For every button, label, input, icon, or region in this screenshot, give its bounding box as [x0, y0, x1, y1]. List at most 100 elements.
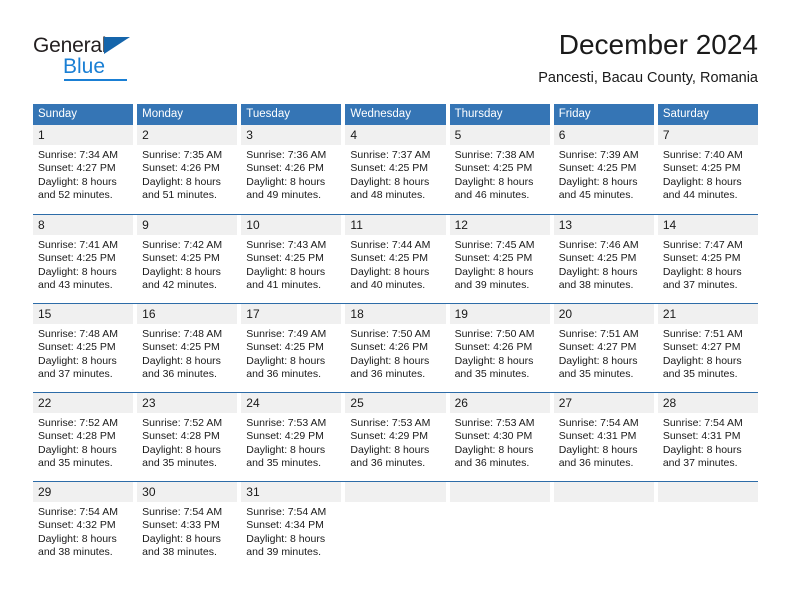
daylight-text-line2: and 37 minutes.: [38, 367, 113, 380]
calendar-day-cell[interactable]: 19 Sunrise: 7:50 AM Sunset: 4:26 PM Dayligh…: [445, 304, 550, 384]
daylight-text-line2: and 44 minutes.: [662, 188, 738, 201]
day-details: Sunrise: 7:54 AM Sunset: 4:32 PM Daylight:…: [33, 502, 133, 559]
calendar-day-cell[interactable]: 14 Sunrise: 7:47 AM Sunset: 4:25 PM Dayligh…: [653, 215, 758, 295]
day-details: Sunrise: 7:41 AM Sunset: 4:25 PM Daylight:…: [33, 235, 133, 292]
calendar-day-cell[interactable]: 7 Sunrise: 7:40 AM Sunset: 4:25 PM Daylight…: [653, 125, 758, 206]
calendar-day-cell[interactable]: 1 Sunrise: 7:34 AM Sunset: 4:27 PM Daylight…: [33, 125, 134, 206]
day-number: 16: [137, 304, 238, 324]
daylight-text-line1: Daylight: 8 hours: [38, 265, 117, 278]
day-number: [449, 482, 550, 502]
daylight-text-line1: Daylight: 8 hours: [350, 443, 430, 456]
calendar-day-cell[interactable]: 22 Sunrise: 7:52 AM Sunset: 4:28 PM Dayligh…: [33, 393, 134, 473]
day-details: Sunrise: 7:54 AM Sunset: 4:31 PM Daylight:…: [554, 413, 654, 470]
sunset-text: Sunset: 4:25 PM: [142, 252, 220, 265]
day-details: Sunrise: 7:44 AM Sunset: 4:25 PM Daylight:…: [345, 235, 445, 292]
calendar-day-cell[interactable]: 16 Sunrise: 7:48 AM Sunset: 4:25 PM Dayligh…: [133, 304, 238, 384]
daylight-text-line2: and 37 minutes.: [662, 278, 738, 291]
daylight-text-line1: Daylight: 8 hours: [142, 265, 221, 278]
sunrise-text: Sunrise: 7:50 AM: [350, 328, 431, 340]
day-details: Sunrise: 7:52 AM Sunset: 4:28 PM Daylight:…: [33, 413, 133, 470]
calendar-day-cell[interactable]: 3 Sunrise: 7:36 AM Sunset: 4:26 PM Daylight…: [237, 125, 342, 206]
sunrise-text: Sunrise: 7:39 AM: [558, 149, 639, 161]
calendar-day-cell[interactable]: 8 Sunrise: 7:41 AM Sunset: 4:25 PM Daylight…: [33, 215, 134, 295]
calendar-day-cell[interactable]: 10 Sunrise: 7:43 AM Sunset: 4:25 PM Dayligh…: [237, 215, 342, 295]
daylight-text-line2: and 36 minutes.: [454, 456, 530, 469]
daylight-text-line1: Daylight: 8 hours: [142, 443, 221, 456]
calendar-day-cell[interactable]: 26 Sunrise: 7:53 AM Sunset: 4:30 PM Dayligh…: [445, 393, 550, 473]
sunrise-text: Sunrise: 7:41 AM: [38, 239, 118, 251]
sunset-text: Sunset: 4:34 PM: [246, 519, 324, 532]
weekday-header-saturday: Saturday: [653, 104, 758, 125]
sunset-text: Sunset: 4:25 PM: [38, 341, 116, 354]
calendar-day-cell[interactable]: 30 Sunrise: 7:54 AM Sunset: 4:33 PM Dayligh…: [133, 482, 238, 562]
daylight-text-line2: and 41 minutes.: [246, 278, 321, 291]
day-number: 4: [345, 125, 446, 145]
sunset-text: Sunset: 4:27 PM: [38, 162, 116, 175]
calendar-day-cell[interactable]: 17 Sunrise: 7:49 AM Sunset: 4:25 PM Dayligh…: [237, 304, 342, 384]
calendar-day-cell[interactable]: 24 Sunrise: 7:53 AM Sunset: 4:29 PM Dayligh…: [237, 393, 342, 473]
calendar-day-cell[interactable]: 4 Sunrise: 7:37 AM Sunset: 4:25 PM Daylight…: [341, 125, 446, 206]
daylight-text-line1: Daylight: 8 hours: [662, 443, 742, 456]
day-number: 23: [137, 393, 238, 413]
calendar-day-cell[interactable]: 6 Sunrise: 7:39 AM Sunset: 4:25 PM Daylight…: [549, 125, 654, 206]
calendar-day-cell[interactable]: 25 Sunrise: 7:53 AM Sunset: 4:29 PM Dayligh…: [341, 393, 446, 473]
sunrise-text: Sunrise: 7:46 AM: [558, 239, 639, 251]
day-details: Sunrise: 7:54 AM Sunset: 4:31 PM Daylight:…: [658, 413, 758, 470]
day-details: Sunrise: 7:54 AM Sunset: 4:33 PM Daylight:…: [137, 502, 237, 559]
sunrise-text: Sunrise: 7:50 AM: [454, 328, 535, 340]
page-subtitle: Pancesti, Bacau County, Romania: [538, 70, 758, 86]
calendar-day-cell[interactable]: 5 Sunrise: 7:38 AM Sunset: 4:25 PM Daylight…: [445, 125, 550, 206]
day-details: Sunrise: 7:34 AM Sunset: 4:27 PM Daylight:…: [33, 145, 133, 202]
calendar-day-cell[interactable]: 29 Sunrise: 7:54 AM Sunset: 4:32 PM Dayligh…: [33, 482, 134, 562]
day-number: 2: [137, 125, 238, 145]
daylight-text-line2: and 35 minutes.: [246, 456, 321, 469]
sunset-text: Sunset: 4:31 PM: [558, 430, 637, 443]
sunset-text: Sunset: 4:28 PM: [38, 430, 116, 443]
sunrise-text: Sunrise: 7:47 AM: [662, 239, 743, 251]
daylight-text-line1: Daylight: 8 hours: [142, 354, 221, 367]
day-details: Sunrise: 7:48 AM Sunset: 4:25 PM Daylight:…: [33, 324, 133, 381]
day-number: [657, 482, 758, 502]
weekday-header-sunday: Sunday: [38, 108, 78, 120]
calendar-week-row: 8 Sunrise: 7:41 AM Sunset: 4:25 PM Daylight…: [33, 214, 758, 295]
calendar-day-cell[interactable]: 20 Sunrise: 7:51 AM Sunset: 4:27 PM Dayligh…: [549, 304, 654, 384]
calendar-day-cell[interactable]: 13 Sunrise: 7:46 AM Sunset: 4:25 PM Dayligh…: [549, 215, 654, 295]
day-details: Sunrise: 7:45 AM Sunset: 4:25 PM Daylight:…: [450, 235, 550, 292]
daylight-text-line2: and 48 minutes.: [350, 188, 426, 201]
day-details: Sunrise: 7:38 AM Sunset: 4:25 PM Daylight:…: [450, 145, 550, 202]
sunrise-text: Sunrise: 7:53 AM: [454, 417, 535, 429]
sunset-text: Sunset: 4:28 PM: [142, 430, 220, 443]
daylight-text-line2: and 38 minutes.: [38, 545, 113, 558]
calendar-day-cell[interactable]: 2 Sunrise: 7:35 AM Sunset: 4:26 PM Daylight…: [133, 125, 238, 206]
calendar-day-cell[interactable]: 11 Sunrise: 7:44 AM Sunset: 4:25 PM Dayligh…: [341, 215, 446, 295]
calendar-day-cell[interactable]: 31 Sunrise: 7:54 AM Sunset: 4:34 PM Dayligh…: [237, 482, 342, 562]
calendar-day-cell[interactable]: 27 Sunrise: 7:54 AM Sunset: 4:31 PM Dayligh…: [549, 393, 654, 473]
day-details: Sunrise: 7:51 AM Sunset: 4:27 PM Daylight:…: [554, 324, 654, 381]
daylight-text-line2: and 39 minutes.: [246, 545, 321, 558]
sunrise-text: Sunrise: 7:52 AM: [38, 417, 118, 429]
calendar-day-cell[interactable]: 12 Sunrise: 7:45 AM Sunset: 4:25 PM Dayligh…: [445, 215, 550, 295]
calendar-day-cell[interactable]: 28 Sunrise: 7:54 AM Sunset: 4:31 PM Dayligh…: [653, 393, 758, 473]
calendar-week-row: 15 Sunrise: 7:48 AM Sunset: 4:25 PM Dayligh…: [33, 303, 758, 384]
general-blue-logo[interactable]: General Blue: [33, 34, 163, 84]
day-number: [553, 482, 654, 502]
sunset-text: Sunset: 4:25 PM: [454, 162, 533, 175]
sunset-text: Sunset: 4:25 PM: [350, 162, 429, 175]
sunset-text: Sunset: 4:25 PM: [662, 162, 741, 175]
daylight-text-line2: and 36 minutes.: [142, 367, 217, 380]
sunset-text: Sunset: 4:25 PM: [246, 252, 324, 265]
daylight-text-line1: Daylight: 8 hours: [38, 443, 117, 456]
calendar-day-cell[interactable]: 15 Sunrise: 7:48 AM Sunset: 4:25 PM Dayligh…: [33, 304, 134, 384]
daylight-text-line2: and 36 minutes.: [246, 367, 321, 380]
calendar-day-cell[interactable]: 9 Sunrise: 7:42 AM Sunset: 4:25 PM Daylight…: [133, 215, 238, 295]
sunset-text: Sunset: 4:29 PM: [350, 430, 429, 443]
calendar-day-cell[interactable]: 21 Sunrise: 7:51 AM Sunset: 4:27 PM Dayligh…: [653, 304, 758, 384]
daylight-text-line2: and 39 minutes.: [454, 278, 530, 291]
sunset-text: Sunset: 4:26 PM: [246, 162, 324, 175]
day-number: 25: [345, 393, 446, 413]
daylight-text-line2: and 35 minutes.: [454, 367, 530, 380]
day-number: 8: [33, 215, 134, 235]
calendar-day-cell[interactable]: 23 Sunrise: 7:52 AM Sunset: 4:28 PM Dayligh…: [133, 393, 238, 473]
day-number: 13: [553, 215, 654, 235]
calendar-day-cell[interactable]: 18 Sunrise: 7:50 AM Sunset: 4:26 PM Dayligh…: [341, 304, 446, 384]
